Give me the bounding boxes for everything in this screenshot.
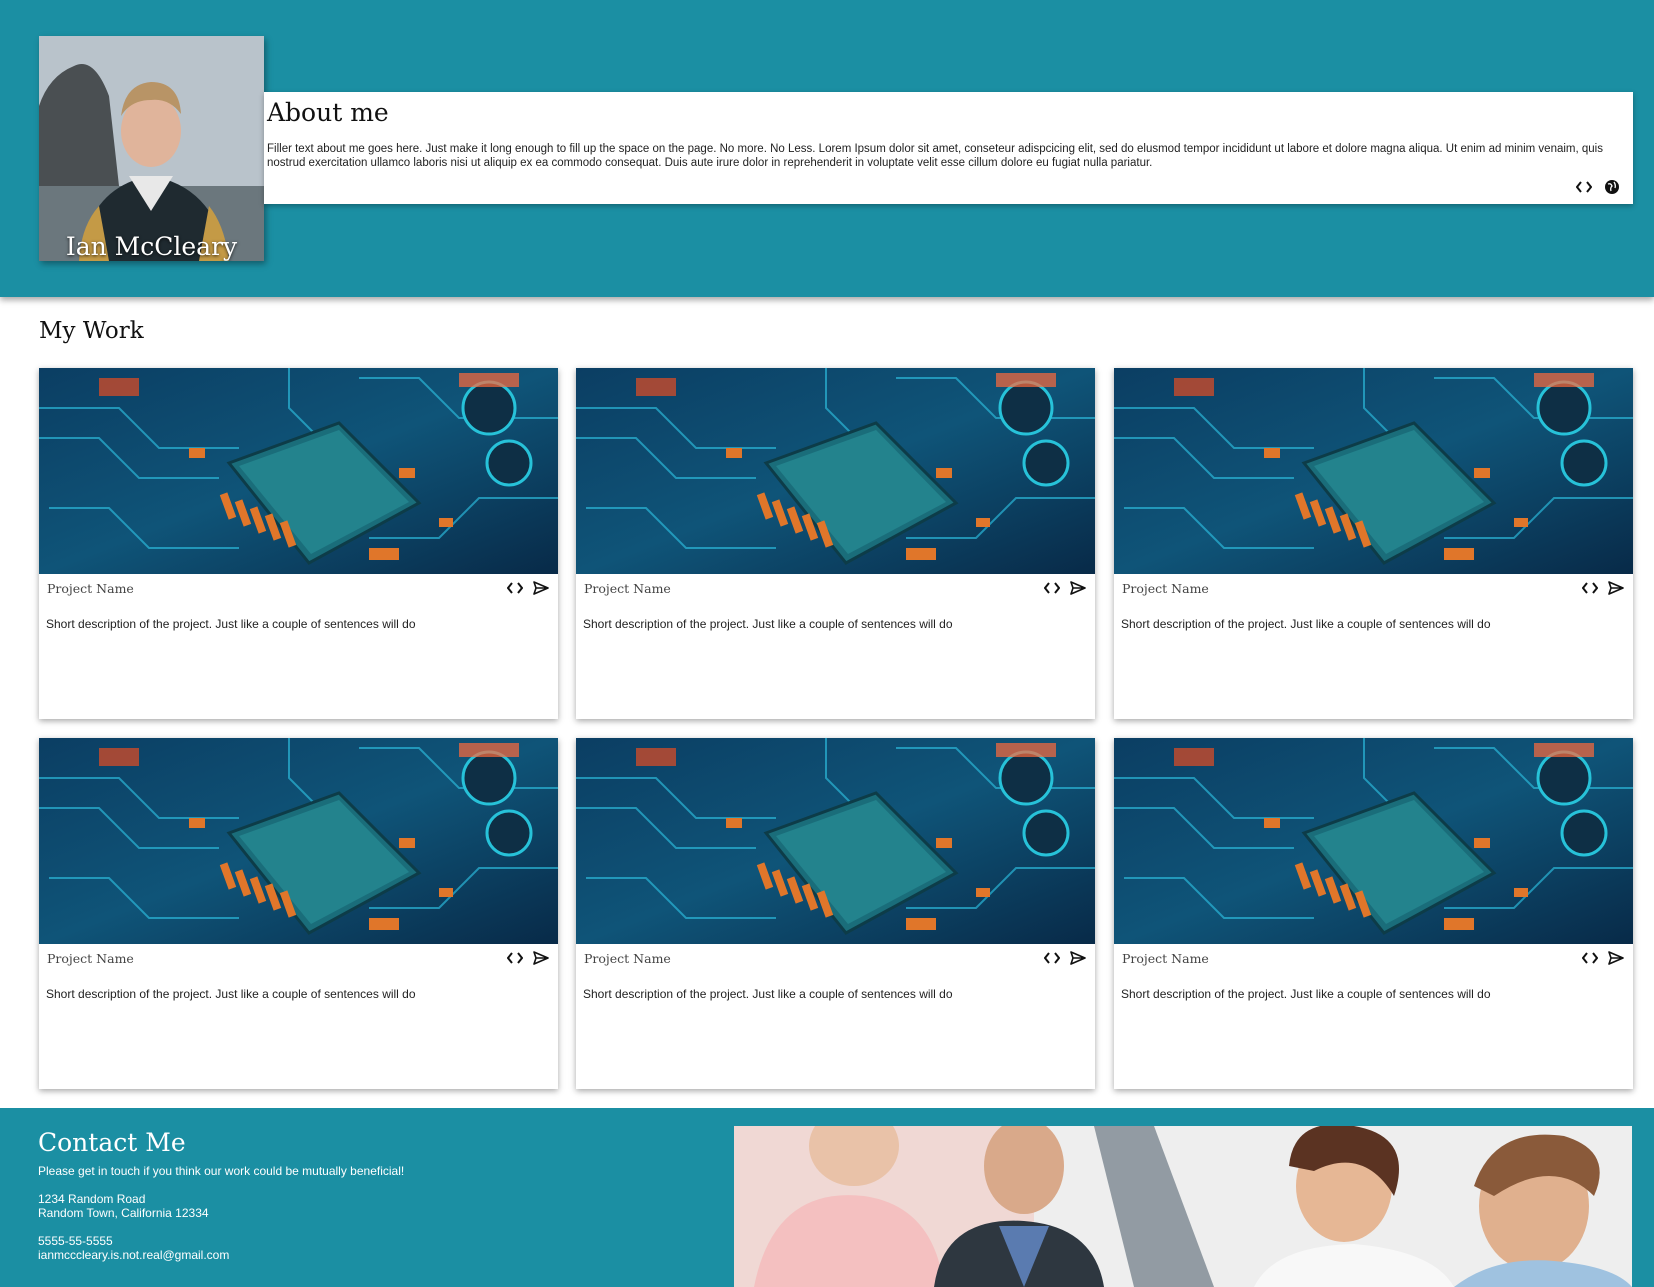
project-card[interactable]: Project Name Short description of the pr… (576, 738, 1095, 1089)
send-icon[interactable] (1607, 949, 1625, 967)
project-icons (1581, 949, 1625, 967)
project-thumbnail (1114, 738, 1633, 944)
about-icons (1575, 178, 1621, 196)
project-name: Project Name (584, 951, 671, 966)
project-thumbnail (1114, 368, 1633, 574)
send-icon[interactable] (1069, 579, 1087, 597)
project-name: Project Name (47, 951, 134, 966)
send-icon[interactable] (1607, 579, 1625, 597)
project-icons (1581, 579, 1625, 597)
project-thumbnail-image (576, 368, 1095, 574)
team-photo-image (734, 1126, 1632, 1287)
profile-photo: Ian McCleary (39, 36, 264, 261)
about-card: About me Filler text about me goes here.… (264, 92, 1633, 204)
project-thumbnail (576, 368, 1095, 574)
project-name: Project Name (1122, 951, 1209, 966)
project-icons (1043, 949, 1087, 967)
project-thumbnail-image (39, 738, 558, 944)
code-icon[interactable] (1581, 949, 1599, 967)
contact-subtitle: Please get in touch if you think our wor… (38, 1164, 405, 1178)
footer-contact: Contact Me Please get in touch if you th… (0, 1108, 1654, 1287)
project-name: Project Name (47, 581, 134, 596)
phone-number: 5555-55-5555 (38, 1234, 113, 1248)
project-icons (506, 579, 550, 597)
project-card[interactable]: Project Name Short description of the pr… (39, 368, 558, 719)
project-icons (506, 949, 550, 967)
globe-icon[interactable] (1603, 178, 1621, 196)
project-description: Short description of the project. Just l… (46, 987, 416, 1001)
project-thumbnail-image (39, 368, 558, 574)
team-photo (734, 1126, 1632, 1287)
project-description: Short description of the project. Just l… (583, 987, 953, 1001)
project-card[interactable]: Project Name Short description of the pr… (576, 368, 1095, 719)
send-icon[interactable] (532, 949, 550, 967)
work-title: My Work (39, 318, 144, 344)
contact-title: Contact Me (38, 1128, 186, 1157)
code-icon[interactable] (506, 949, 524, 967)
project-thumbnail-image (1114, 738, 1633, 944)
profile-name: Ian McCleary (65, 232, 238, 261)
code-icon[interactable] (1043, 579, 1061, 597)
contact-details: 1234 Random Road Random Town, California… (38, 1192, 229, 1262)
email-address[interactable]: ianmcccleary.is.not.real@gmail.com (38, 1248, 229, 1262)
send-icon[interactable] (532, 579, 550, 597)
about-text: Filler text about me goes here. Just mak… (267, 143, 1603, 169)
project-name: Project Name (1122, 581, 1209, 596)
project-thumbnail (39, 738, 558, 944)
project-thumbnail-image (576, 738, 1095, 944)
project-description: Short description of the project. Just l… (1121, 987, 1491, 1001)
header: Ian McCleary About me Filler text about … (0, 0, 1654, 297)
project-thumbnail (576, 738, 1095, 944)
about-title: About me (267, 98, 389, 127)
profile-photo-image (39, 36, 264, 261)
code-icon[interactable] (1575, 178, 1593, 196)
address-line-2: Random Town, California 12334 (38, 1206, 209, 1220)
code-icon[interactable] (1581, 579, 1599, 597)
project-description: Short description of the project. Just l… (1121, 617, 1491, 631)
code-icon[interactable] (1043, 949, 1061, 967)
project-card[interactable]: Project Name Short description of the pr… (1114, 368, 1633, 719)
project-icons (1043, 579, 1087, 597)
project-thumbnail-image (1114, 368, 1633, 574)
project-card[interactable]: Project Name Short description of the pr… (1114, 738, 1633, 1089)
address-line-1: 1234 Random Road (38, 1192, 146, 1206)
project-name: Project Name (584, 581, 671, 596)
code-icon[interactable] (506, 579, 524, 597)
send-icon[interactable] (1069, 949, 1087, 967)
project-description: Short description of the project. Just l… (583, 617, 953, 631)
project-thumbnail (39, 368, 558, 574)
project-card[interactable]: Project Name Short description of the pr… (39, 738, 558, 1089)
project-description: Short description of the project. Just l… (46, 617, 416, 631)
